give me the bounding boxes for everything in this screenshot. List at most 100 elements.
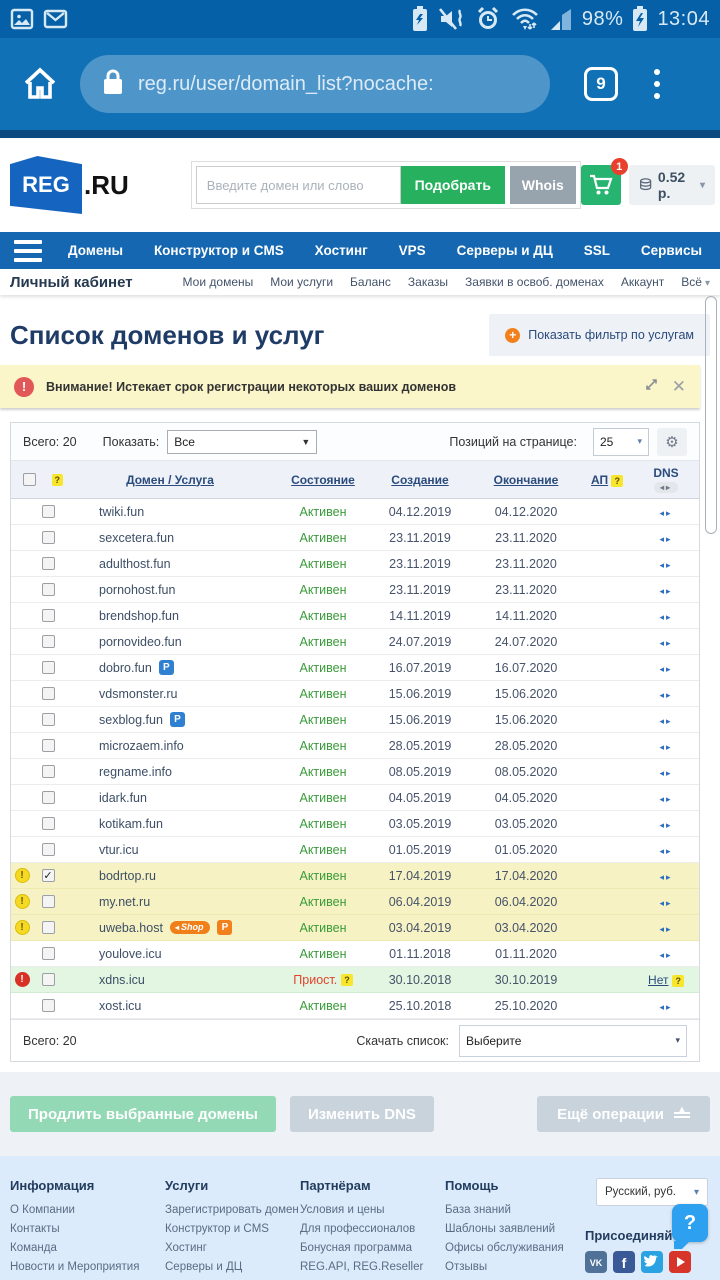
nav-item-хостинг[interactable]: Хостинг [315,243,368,258]
vk-icon[interactable]: VK [585,1251,607,1273]
home-button[interactable] [14,62,66,106]
row-checkbox[interactable] [42,635,55,648]
whois-button[interactable]: Whois [510,166,576,204]
account-nav-item[interactable]: Баланс [350,275,391,289]
row-checkbox[interactable] [42,713,55,726]
domain-link[interactable]: sexblog.fun [99,713,163,727]
domain-link[interactable]: kotikam.fun [99,817,163,831]
row-checkbox[interactable] [42,505,55,518]
account-nav-item[interactable]: Заказы [408,275,448,289]
column-scroll-control[interactable]: ◂▸ [654,482,678,493]
more-operations-button[interactable]: Ещё операции ▲ [537,1096,710,1132]
row-checkbox[interactable] [42,817,55,830]
dns-servers-icon[interactable]: ◂▸ [659,898,672,908]
twitter-icon[interactable] [641,1251,663,1273]
footer-link[interactable]: Новости и Мероприятия [10,1258,165,1277]
parking-badge[interactable]: P [170,712,185,727]
per-page-select[interactable]: 25 ▾ [593,428,649,456]
nav-item-домены[interactable]: Домены [68,243,123,258]
help-badge[interactable]: ? [672,975,684,987]
footer-link[interactable]: База знаний [445,1201,590,1220]
row-checkbox[interactable]: ✓ [42,869,55,882]
select-all-checkbox[interactable] [23,473,36,486]
footer-link[interactable]: Команда [10,1239,165,1258]
dns-servers-icon[interactable]: ◂▸ [659,586,672,596]
domain-link[interactable]: dobro.fun [99,661,152,675]
dns-servers-icon[interactable]: ◂▸ [659,924,672,934]
col-status[interactable]: Состояние [277,473,369,487]
col-created[interactable]: Создание [369,473,471,487]
row-checkbox[interactable] [42,739,55,752]
footer-link[interactable]: О Компании [10,1201,165,1220]
dns-servers-icon[interactable]: ◂▸ [659,560,672,570]
download-list-select[interactable]: Выберите ▾ [459,1025,687,1057]
dns-servers-icon[interactable]: ◂▸ [659,1002,672,1012]
youtube-icon[interactable] [669,1251,691,1273]
domain-link[interactable]: my.net.ru [99,895,150,909]
language-select[interactable]: Русский, руб. ▾ [596,1178,708,1206]
footer-link[interactable]: Условия и цены [300,1201,445,1220]
domain-link[interactable]: brendshop.fun [99,609,179,623]
domain-link[interactable]: xdns.icu [99,973,145,987]
shop-badge[interactable]: Shop [170,921,211,934]
footer-link[interactable]: Офисы обслуживания [445,1239,590,1258]
help-badge[interactable]: ? [341,974,353,986]
browser-menu-button[interactable] [654,69,660,99]
row-checkbox[interactable] [42,557,55,570]
account-nav-item[interactable]: Заявки в освоб. доменах [465,275,604,289]
dns-servers-icon[interactable]: ◂▸ [659,768,672,778]
nav-item-конструктор и cms[interactable]: Конструктор и CMS [154,243,284,258]
domain-link[interactable]: twiki.fun [99,505,144,519]
footer-link[interactable]: Бонусная программа [300,1239,445,1258]
help-chat-button[interactable]: ? [672,1204,708,1242]
balance-dropdown[interactable]: 0.52 р. ▾ [629,165,715,205]
scrollbar[interactable] [705,296,717,534]
dns-servers-icon[interactable]: ◂▸ [659,742,672,752]
footer-link[interactable]: Зарегистрировать домен [165,1201,300,1220]
domain-link[interactable]: adulthost.fun [99,557,171,571]
footer-link[interactable]: REG.API, REG.Reseller [300,1258,445,1277]
dns-servers-icon[interactable]: ◂▸ [659,534,672,544]
domain-link[interactable]: bodrtop.ru [99,869,156,883]
change-dns-button[interactable]: Изменить DNS [290,1096,434,1132]
footer-link[interactable]: Для профессионалов [300,1220,445,1239]
tabs-button[interactable]: 9 [584,67,618,101]
domain-link[interactable]: youlove.icu [99,947,162,961]
row-checkbox[interactable] [42,947,55,960]
row-checkbox[interactable] [42,583,55,596]
help-badge[interactable]: ? [52,474,64,486]
parking-badge[interactable]: P [159,660,174,675]
footer-link[interactable]: Серверы и ДЦ [165,1258,300,1277]
dns-servers-icon[interactable]: ◂▸ [659,612,672,622]
dns-servers-icon[interactable]: ◂▸ [659,508,672,518]
domain-link[interactable]: xost.icu [99,999,141,1013]
dns-servers-icon[interactable]: ◂▸ [659,716,672,726]
row-checkbox[interactable] [42,609,55,622]
footer-link[interactable]: Конструктор и CMS [165,1220,300,1239]
url-bar[interactable]: reg.ru/user/domain_list?nocache: [80,55,550,113]
footer-link[interactable]: Отзывы [445,1258,590,1277]
domain-link[interactable]: idark.fun [99,791,147,805]
col-domain[interactable]: Домен / Услуга [63,473,277,487]
expand-icon[interactable] [645,378,658,396]
account-nav-item[interactable]: Мои домены [183,275,254,289]
dns-servers-icon[interactable]: ◂▸ [659,794,672,804]
dns-servers-icon[interactable]: ◂▸ [659,820,672,830]
domain-link[interactable]: pornovideo.fun [99,635,182,649]
row-checkbox[interactable] [42,999,55,1012]
domain-link[interactable]: sexcetera.fun [99,531,174,545]
row-checkbox[interactable] [42,973,55,986]
account-nav-item[interactable]: Всё▾ [681,275,710,289]
regru-logo[interactable]: REG .RU [10,156,129,214]
show-filter-button[interactable]: + Показать фильтр по услугам [489,314,710,356]
domain-link[interactable]: microzaem.info [99,739,184,753]
close-icon[interactable]: ✕ [672,377,686,397]
dns-servers-icon[interactable]: ◂▸ [659,664,672,674]
footer-link[interactable]: Шаблоны заявлений [445,1220,590,1239]
table-settings-button[interactable]: ⚙ [657,428,687,456]
help-badge[interactable]: ? [611,475,623,487]
row-checkbox[interactable] [42,765,55,778]
domain-link[interactable]: regname.info [99,765,172,779]
account-nav-item[interactable]: Аккаунт [621,275,664,289]
row-checkbox[interactable] [42,531,55,544]
